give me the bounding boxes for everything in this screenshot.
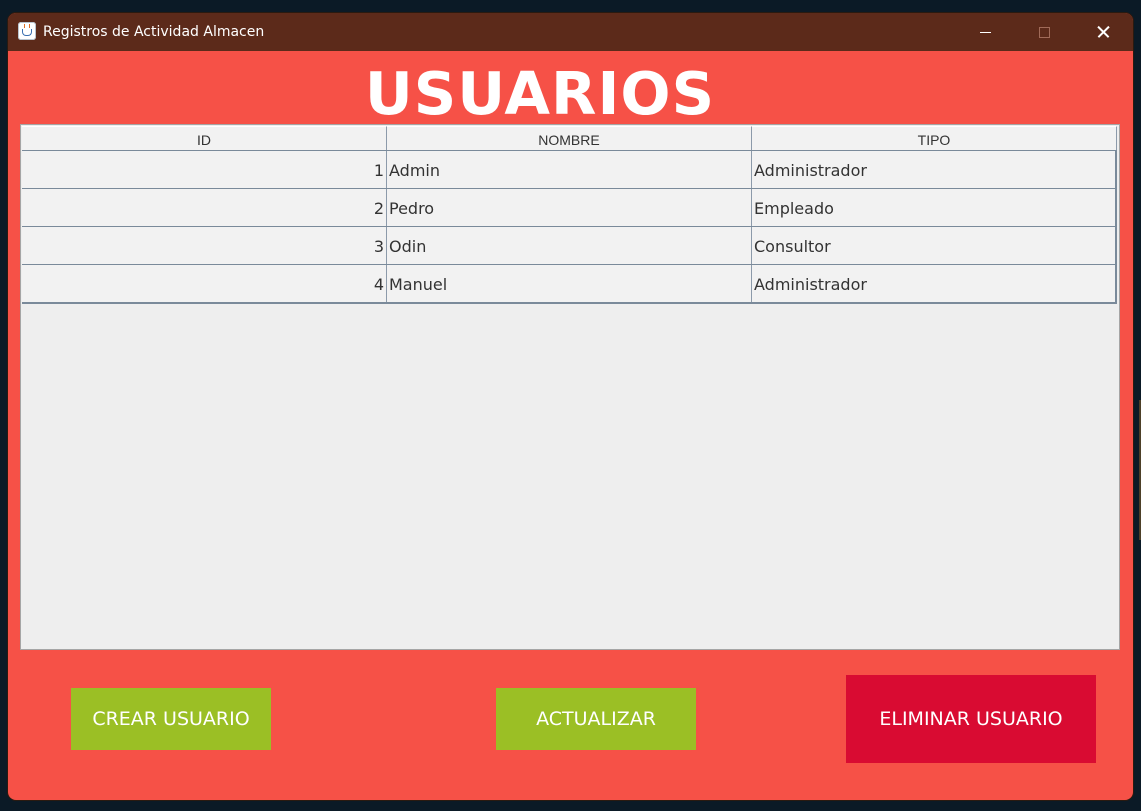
cell-nombre[interactable]: Manuel [387,265,752,302]
cell-tipo[interactable]: Empleado [752,189,1117,226]
cell-id[interactable]: 2 [22,189,387,226]
users-table[interactable]: ID NOMBRE TIPO 1 Admin Administrador 2 P… [20,124,1120,650]
cell-nombre[interactable]: Pedro [387,189,752,226]
table-body: 1 Admin Administrador 2 Pedro Empleado 3… [22,151,1117,304]
table-row[interactable]: 1 Admin Administrador [22,151,1117,189]
page-title: USUARIOS [364,59,716,128]
cell-nombre[interactable]: Odin [387,227,752,264]
delete-user-button[interactable]: ELIMINAR USUARIO [846,675,1096,763]
title-bar[interactable]: Registros de Actividad Almacen [8,13,1133,51]
column-header-id[interactable]: ID [22,126,387,150]
cell-id[interactable]: 3 [22,227,387,264]
app-window: Registros de Actividad Almacen USUARIOS … [8,13,1133,800]
cell-tipo[interactable]: Consultor [752,227,1117,264]
cell-nombre[interactable]: Admin [387,151,752,188]
cell-id[interactable]: 4 [22,265,387,302]
cell-id[interactable]: 1 [22,151,387,188]
table-row[interactable]: 2 Pedro Empleado [22,189,1117,227]
column-header-nombre[interactable]: NOMBRE [387,126,752,150]
table-row[interactable]: 3 Odin Consultor [22,227,1117,265]
close-icon[interactable] [1073,13,1131,51]
cell-tipo[interactable]: Administrador [752,265,1117,302]
refresh-button[interactable]: ACTUALIZAR [496,688,696,750]
table-header: ID NOMBRE TIPO [22,126,1117,151]
table-row[interactable]: 4 Manuel Administrador [22,265,1117,304]
window-title: Registros de Actividad Almacen [43,24,265,40]
create-user-button[interactable]: CREAR USUARIO [71,688,271,750]
java-cup-icon [18,22,36,40]
maximize-icon [1015,13,1073,51]
minimize-icon[interactable] [957,13,1015,51]
cell-tipo[interactable]: Administrador [752,151,1117,188]
column-header-tipo[interactable]: TIPO [752,126,1117,150]
